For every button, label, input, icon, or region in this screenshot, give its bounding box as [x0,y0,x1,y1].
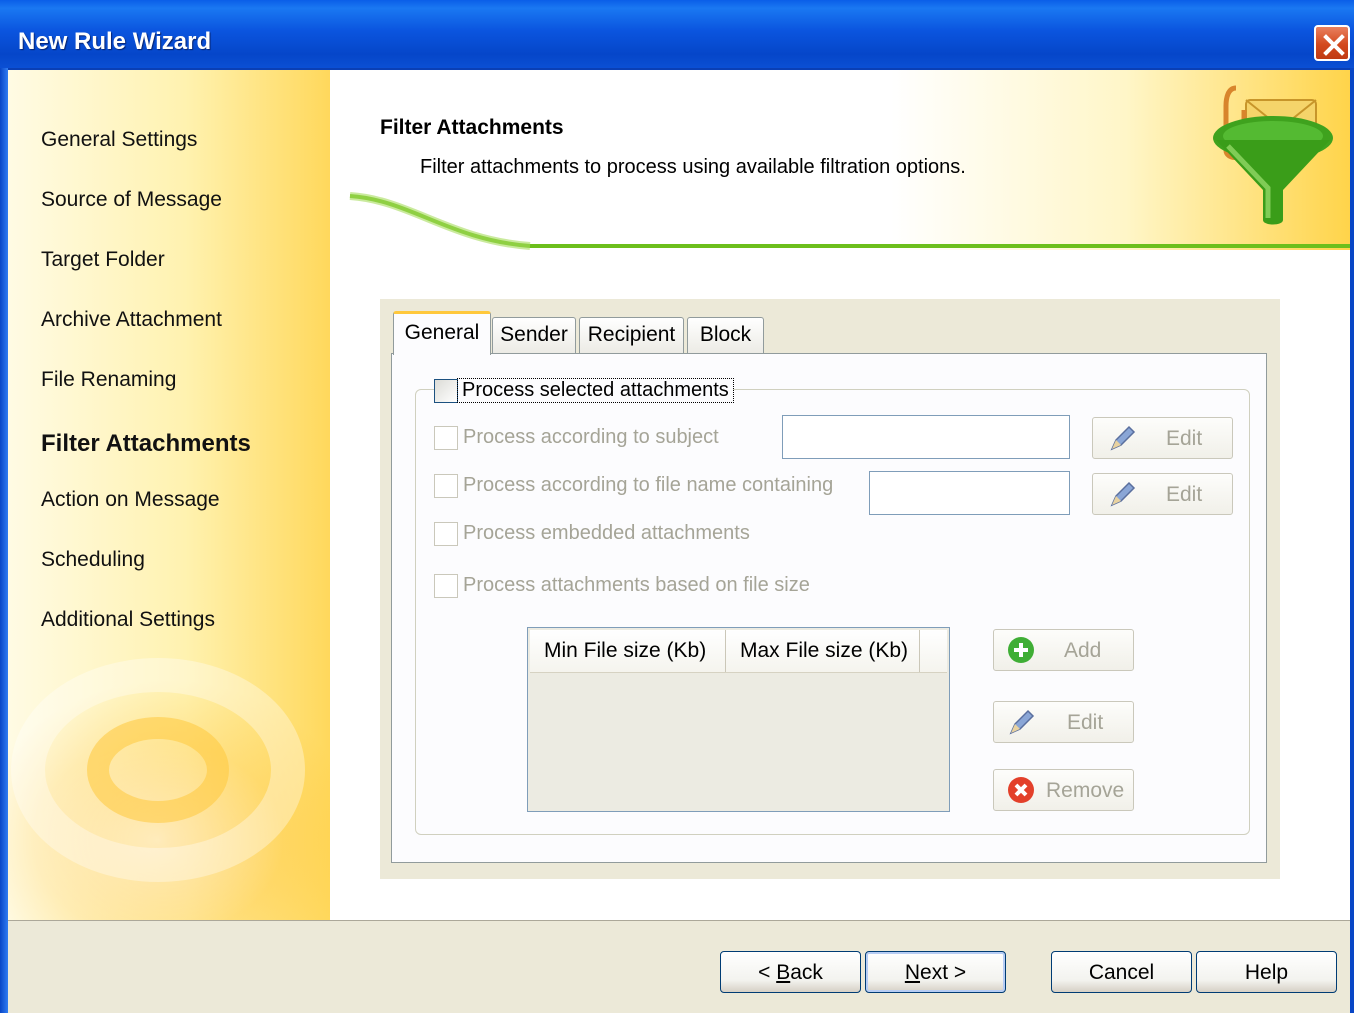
tab-block[interactable]: Block [687,317,764,353]
header-swoosh [349,192,1350,250]
filename-edit-button[interactable]: Edit [1092,473,1233,515]
cancel-button[interactable]: Cancel [1051,951,1192,993]
add-size-label: Add [1064,639,1102,662]
subject-edit-label: Edit [1166,427,1203,450]
close-icon [1323,34,1345,56]
process-selected-checkbox[interactable] [434,379,458,403]
add-icon [1008,637,1034,663]
column-max-size[interactable]: Max File size (Kb) [726,630,920,672]
add-size-button[interactable]: Add [993,629,1134,671]
window-title: New Rule Wizard [18,28,212,55]
pencil-icon [1110,481,1136,507]
next-label-rest: ext > [920,961,967,984]
step-source-of-message[interactable]: Source of Message [41,188,222,212]
wizard-window: New Rule Wizard General Settings Source … [0,0,1354,1013]
edit-size-button[interactable]: Edit [993,701,1134,743]
filename-input[interactable] [869,471,1070,515]
step-scheduling[interactable]: Scheduling [41,548,145,572]
by-filename-checkbox[interactable] [434,474,458,498]
remove-size-button[interactable]: Remove [993,769,1134,811]
window-frame-right [1350,68,1354,1013]
back-accesskey: B [776,961,791,984]
pencil-icon [1110,425,1136,451]
tab-recipient[interactable]: Recipient [579,317,684,353]
file-size-list[interactable]: Min File size (Kb) Max File size (Kb) [527,627,950,812]
page-title: Filter Attachments [380,116,564,139]
edit-size-label: Edit [1067,711,1104,734]
step-general-settings[interactable]: General Settings [41,128,197,152]
by-filename-label[interactable]: Process according to file name containin… [463,474,833,497]
process-selected-label[interactable]: Process selected attachments [457,378,734,403]
tab-general[interactable]: General [393,311,491,355]
by-subject-checkbox[interactable] [434,426,458,450]
window-frame-left [0,68,8,1013]
filename-edit-label: Edit [1166,483,1203,506]
back-label-rest: ack [790,961,823,984]
remove-size-label: Remove [1046,779,1125,802]
by-size-checkbox[interactable] [434,574,458,598]
back-button[interactable]: < Back [720,951,861,993]
step-target-folder[interactable]: Target Folder [41,248,165,272]
funnel-attachment-icon [1213,85,1333,225]
subject-edit-button[interactable]: Edit [1092,417,1233,459]
pencil-icon [1009,709,1035,735]
step-archive-attachment[interactable]: Archive Attachment [41,308,222,332]
back-prefix: < [758,961,777,984]
title-bar[interactable]: New Rule Wizard [0,0,1354,70]
step-additional-settings[interactable]: Additional Settings [41,608,215,632]
column-min-size[interactable]: Min File size (Kb) [530,630,726,672]
remove-icon [1008,777,1034,803]
close-button[interactable] [1314,25,1350,61]
file-size-list-header: Min File size (Kb) Max File size (Kb) [530,630,947,673]
by-size-label[interactable]: Process attachments based on file size [463,574,810,597]
step-file-renaming[interactable]: File Renaming [41,368,176,392]
embedded-checkbox[interactable] [434,522,458,546]
step-filter-attachments[interactable]: Filter Attachments [41,430,251,458]
embedded-label[interactable]: Process embedded attachments [463,522,750,545]
help-button[interactable]: Help [1196,951,1337,993]
next-accesskey: N [904,961,921,984]
page-header: Filter Attachments Filter attachments to… [330,70,1350,250]
wizard-steps-panel: General Settings Source of Message Targe… [8,70,330,920]
by-subject-label[interactable]: Process according to subject [463,426,719,449]
subject-input[interactable] [782,415,1070,459]
step-action-on-message[interactable]: Action on Message [41,488,220,512]
tab-sender[interactable]: Sender [492,317,576,353]
next-button[interactable]: Next > [865,951,1006,993]
